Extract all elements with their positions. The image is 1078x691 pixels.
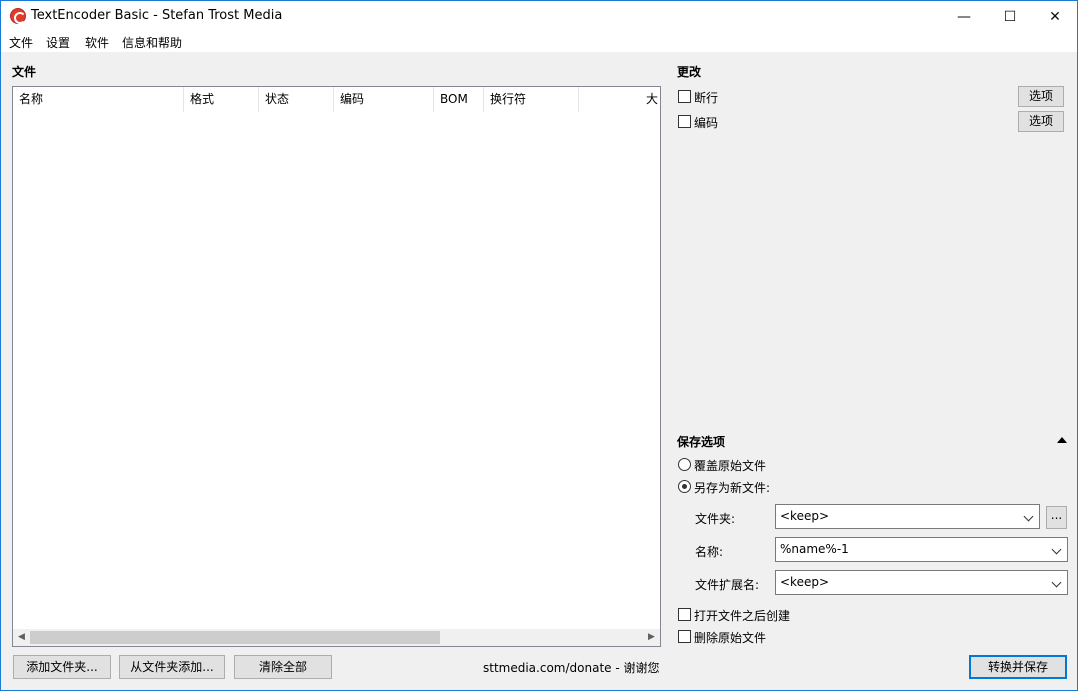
extension-label: 文件扩展名: [695, 578, 760, 592]
column-header-linebreak[interactable]: 换行符 [484, 87, 579, 112]
open-after-checkbox[interactable] [678, 608, 691, 621]
changes-heading: 更改 [677, 65, 702, 79]
textencoder-app-icon [10, 8, 26, 24]
column-header-bom[interactable]: BOM [434, 87, 484, 112]
files-heading: 文件 [12, 65, 37, 79]
extension-value: <keep> [780, 575, 830, 589]
folder-label: 文件夹: [695, 512, 736, 526]
app-window: TextEncoder Basic - Stefan Trost Media —… [0, 0, 1078, 691]
menu-info-help[interactable]: 信息和帮助 [122, 34, 182, 51]
close-button[interactable]: ✕ [1032, 1, 1078, 32]
maximize-button[interactable]: ☐ [987, 1, 1033, 32]
add-from-folder-button[interactable]: 从文件夹添加... [119, 655, 225, 679]
clear-all-button[interactable]: 清除全部 [234, 655, 332, 679]
column-header-format[interactable]: 格式 [184, 87, 259, 112]
column-header-status[interactable]: 状态 [259, 87, 334, 112]
save-options-heading: 保存选项 [677, 435, 726, 449]
add-folder-button[interactable]: 添加文件夹... [13, 655, 111, 679]
column-header-encoding[interactable]: 编码 [334, 87, 434, 112]
chevron-down-icon[interactable] [1023, 505, 1035, 528]
window-title: TextEncoder Basic - Stefan Trost Media [31, 8, 283, 23]
name-combobox[interactable]: %name%-1 [775, 537, 1068, 562]
encoding-checkbox[interactable] [678, 115, 691, 128]
delete-original-checkbox[interactable] [678, 630, 691, 643]
encoding-options-button[interactable]: 选项 [1018, 111, 1064, 132]
title-bar: TextEncoder Basic - Stefan Trost Media —… [1, 1, 1077, 32]
linebreak-options-button[interactable]: 选项 [1018, 86, 1064, 107]
overwrite-label: 覆盖原始文件 [694, 459, 767, 473]
linebreak-checkbox[interactable] [678, 90, 691, 103]
browse-folder-button[interactable]: ... [1046, 506, 1067, 529]
menu-software[interactable]: 软件 [85, 34, 109, 51]
file-list[interactable]: 名称 格式 状态 编码 BOM 换行符 大 ◀ ▶ [12, 86, 661, 647]
menu-bar: 文件 设置 软件 信息和帮助 [1, 32, 1077, 52]
collapse-up-icon[interactable] [1057, 437, 1067, 443]
extension-combobox[interactable]: <keep> [775, 570, 1068, 595]
delete-original-label: 删除原始文件 [694, 631, 767, 645]
horizontal-scrollbar[interactable]: ◀ ▶ [13, 629, 660, 646]
convert-save-button[interactable]: 转换并保存 [969, 655, 1067, 679]
saveas-label: 另存为新文件: [694, 481, 771, 495]
folder-value: <keep> [780, 509, 830, 523]
menu-file[interactable]: 文件 [9, 34, 33, 51]
open-after-label: 打开文件之后创建 [694, 609, 791, 623]
column-header-name[interactable]: 名称 [13, 87, 184, 112]
menu-settings[interactable]: 设置 [46, 34, 70, 51]
column-header-size[interactable]: 大 [579, 87, 660, 112]
overwrite-radio[interactable] [678, 458, 691, 471]
linebreak-label: 断行 [694, 91, 719, 105]
minimize-button[interactable]: — [941, 1, 987, 32]
chevron-down-icon[interactable] [1051, 571, 1063, 594]
scroll-right-icon[interactable]: ▶ [643, 629, 660, 646]
saveas-radio[interactable] [678, 480, 691, 493]
chevron-down-icon[interactable] [1051, 538, 1063, 561]
donate-link[interactable]: sttmedia.com/donate - 谢谢您 [483, 659, 660, 676]
name-label: 名称: [695, 545, 724, 559]
scrollbar-thumb[interactable] [30, 631, 440, 644]
name-value: %name%-1 [780, 542, 849, 556]
folder-combobox[interactable]: <keep> [775, 504, 1040, 529]
encoding-label: 编码 [694, 116, 719, 130]
scroll-left-icon[interactable]: ◀ [13, 629, 30, 646]
